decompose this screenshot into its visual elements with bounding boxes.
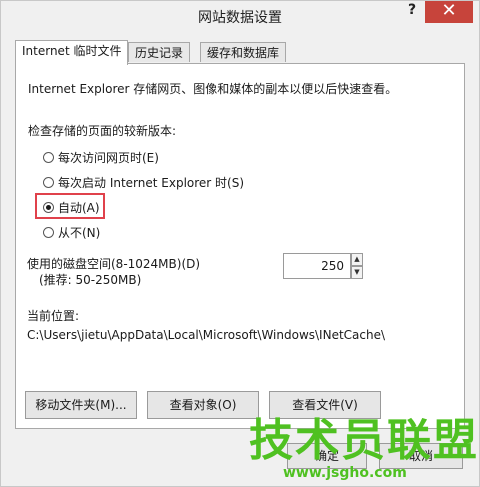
increment-button[interactable]: ▲: [351, 253, 363, 266]
location-path: C:\Users\jietu\AppData\Local\Microsoft\W…: [27, 328, 386, 342]
watermark-brand: 技术员联盟: [249, 415, 479, 466]
move-folder-button[interactable]: 移动文件夹(M)...: [25, 391, 137, 419]
tab-cache-databases[interactable]: 缓存和数据库: [200, 42, 287, 62]
radio-button-icon: [43, 176, 54, 188]
tab-panel: Internet Explorer 存储网页、图像和媒体的副本以便以后快速查看。…: [15, 63, 465, 429]
check-versions-label: 检查存储的页面的较新版本:: [28, 124, 177, 138]
radio-never[interactable]: 从不(N): [43, 224, 100, 240]
tab-history[interactable]: 历史记录: [128, 42, 191, 62]
radio-button-icon: [43, 151, 54, 163]
decrement-button[interactable]: ▼: [351, 266, 363, 279]
arrow-up-icon: ▲: [354, 255, 360, 263]
watermark-url: www.jsgho.com: [283, 465, 407, 481]
radio-label: 每次启动 Internet Explorer 时(S): [58, 175, 245, 190]
radio-label: 从不(N): [58, 225, 101, 240]
disk-space-label: 使用的磁盘空间(8-1024MB)(D): [27, 257, 201, 271]
tab-internet-temp-files[interactable]: Internet 临时文件: [15, 40, 129, 65]
radio-every-visit[interactable]: 每次访问网页时(E): [43, 149, 159, 165]
disk-space-hint: (推荐: 50-250MB): [39, 273, 142, 287]
title-bar: 网站数据设置 ? ✕: [1, 1, 479, 31]
radio-every-start[interactable]: 每次启动 Internet Explorer 时(S): [43, 174, 244, 190]
radio-label: 自动(A): [58, 200, 100, 215]
help-button[interactable]: ?: [401, 1, 423, 23]
close-button[interactable]: ✕: [425, 1, 473, 23]
radio-automatic[interactable]: 自动(A): [43, 199, 100, 215]
location-label: 当前位置:: [27, 309, 80, 323]
dialog-window: 网站数据设置 ? ✕ Internet 临时文件 历史记录 缓存和数据库 Int…: [0, 0, 480, 487]
disk-space-stepper: 250 ▲ ▼: [283, 253, 365, 279]
disk-space-input[interactable]: 250: [283, 253, 351, 279]
description-text: Internet Explorer 存储网页、图像和媒体的副本以便以后快速查看。: [28, 82, 398, 96]
radio-selected-icon: [43, 201, 54, 213]
view-objects-button[interactable]: 查看对象(O): [147, 391, 259, 419]
radio-label: 每次访问网页时(E): [58, 150, 159, 165]
arrow-down-icon: ▼: [354, 268, 360, 276]
radio-button-icon: [43, 226, 54, 238]
watermark: 技术员联盟 www.jsgho.com: [249, 417, 479, 487]
close-icon: ✕: [441, 0, 457, 21]
